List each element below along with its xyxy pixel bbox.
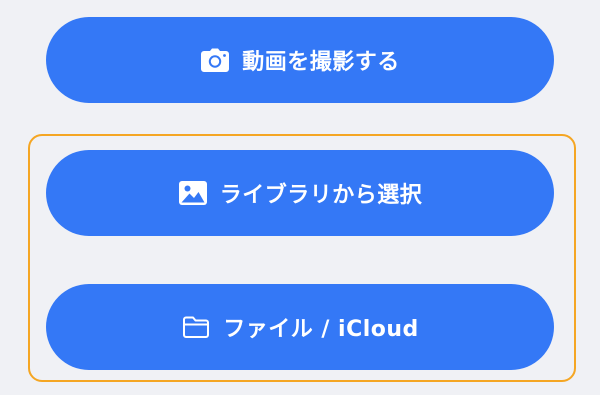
record-video-label: 動画を撮影する bbox=[242, 50, 400, 75]
file-icloud-label: ファイル / iCloud bbox=[223, 317, 419, 342]
choose-from-library-label: ライブラリから選択 bbox=[219, 183, 423, 208]
photo-icon bbox=[178, 178, 208, 208]
record-video-button[interactable]: 動画を撮影する bbox=[46, 17, 554, 103]
file-icloud-button[interactable]: ファイル / iCloud bbox=[46, 284, 554, 370]
folder-icon bbox=[181, 312, 211, 342]
choose-from-library-button[interactable]: ライブラリから選択 bbox=[46, 150, 554, 236]
camera-icon bbox=[200, 45, 230, 75]
